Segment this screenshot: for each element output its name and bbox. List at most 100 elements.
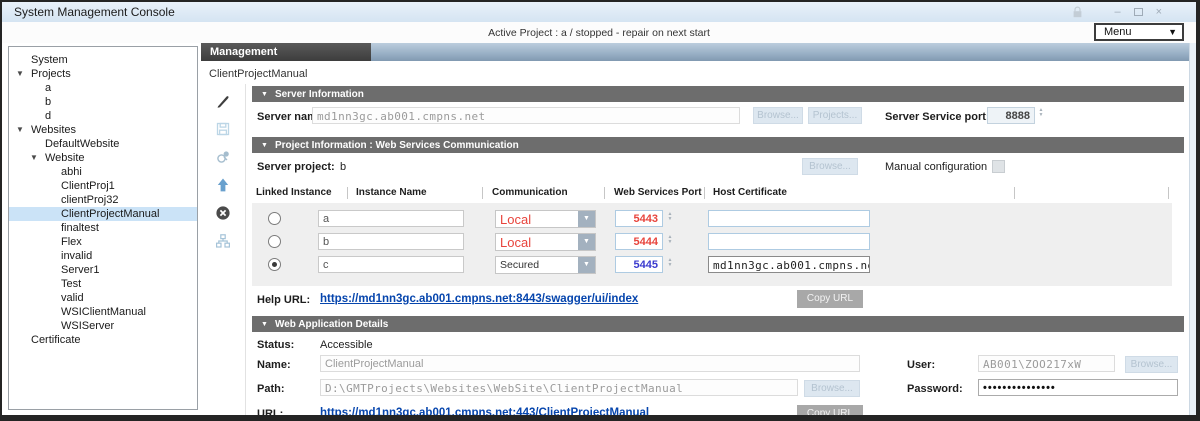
linked-instance-radio[interactable] [268,258,281,271]
dropdown-arrow-icon[interactable]: ▼ [578,257,595,273]
web-services-port-input[interactable]: 5444 [615,233,663,250]
col-linked-instance: Linked Instance [256,187,332,198]
instance-name-input[interactable]: a [318,210,464,227]
status-strip: Active Project : a / stopped - repair on… [2,22,1196,43]
host-certificate-input[interactable] [708,233,870,250]
name-input[interactable]: ClientProjectManual [320,355,860,372]
sitemap-icon[interactable] [214,232,232,250]
url-label: URL: [257,408,283,420]
tree-item-wsiserver[interactable]: WSIServer [9,319,197,333]
tree-item-test[interactable]: Test [9,277,197,291]
close-button[interactable]: × [1156,7,1162,18]
user-input[interactable]: AB001\ZOO217xW [978,355,1115,372]
vertical-scrollbar[interactable] [1189,43,1196,415]
section-server-information: ▼ Server Information Server name: md1nn3… [252,86,1184,134]
linked-instance-radio[interactable] [268,235,281,248]
col-instance-name: Instance Name [356,187,427,198]
copy-app-url-button[interactable]: Copy URL [797,405,863,421]
project-information-header[interactable]: ▼ Project Information : Web Services Com… [252,137,1184,153]
tree-item-project-a[interactable]: a [9,81,197,95]
spinner-down-icon[interactable]: ▼ [665,240,675,245]
tree-item-websites[interactable]: ▼Websites [9,123,197,137]
tree-item-abhi[interactable]: abhi [9,165,197,179]
communication-dropdown[interactable]: Secured ▼ [495,256,596,274]
collapse-icon[interactable]: ▼ [261,321,268,328]
password-label: Password: [907,383,963,395]
spinner-down-icon[interactable]: ▼ [1036,113,1046,118]
tree-expand-icon[interactable]: ▼ [16,67,24,81]
tree-expand-icon[interactable]: ▼ [30,151,38,165]
server-project-value: b [340,161,346,173]
spinner-down-icon[interactable]: ▼ [665,217,675,222]
server-service-port-label: Server Service port: [885,111,990,123]
edit-pen-icon[interactable] [214,92,232,110]
projects-button[interactable]: Projects... [808,107,862,124]
tree-item-project-b[interactable]: b [9,95,197,109]
dropdown-arrow-icon[interactable]: ▼ [578,234,595,250]
menu-dropdown-label: Menu [1104,26,1132,38]
tree-item-invalid[interactable]: invalid [9,249,197,263]
communication-dropdown[interactable]: Local ▼ [495,210,596,228]
collapse-icon[interactable]: ▼ [261,91,268,98]
copy-settings-icon[interactable] [214,148,232,166]
tree-item-defaultwebsite[interactable]: DefaultWebsite [9,137,197,151]
tree-item-wsiclientmanual[interactable]: WSIClientManual [9,305,197,319]
status-value: Accessible [320,339,373,351]
tree-item-clientprojectmanual[interactable]: ClientProjectManual [9,207,197,221]
tree-item-project-d[interactable]: d [9,109,197,123]
spinner-down-icon[interactable]: ▼ [665,263,675,268]
lock-icon [1072,6,1083,19]
cancel-icon[interactable] [214,204,232,222]
server-information-header[interactable]: ▼ Server Information [252,86,1184,102]
path-input[interactable]: D:\GMTProjects\Websites\WebSite\ClientPr… [320,379,798,396]
password-input[interactable]: ••••••••••••••• [978,379,1178,396]
user-browse-button[interactable]: Browse... [1125,356,1178,373]
tree-item-valid[interactable]: valid [9,291,197,305]
tab-management[interactable]: Management [201,43,371,61]
tree-panel: System ▼Projects a b d ▼Websites Default… [2,43,201,415]
tree-item-certificate[interactable]: Certificate [9,333,197,347]
server-service-port-input[interactable]: 8888 [987,107,1035,124]
web-app-url-link[interactable]: https://md1nn3gc.ab001.cmpns.net:443/Cli… [320,407,649,419]
tree-item-flex[interactable]: Flex [9,235,197,249]
host-certificate-input[interactable] [708,210,870,227]
tree-item-website[interactable]: ▼Website [9,151,197,165]
tree-item-finaltest[interactable]: finaltest [9,221,197,235]
path-browse-button[interactable]: Browse... [804,380,860,397]
manual-configuration-checkbox[interactable] [992,160,1005,173]
col-web-services-port: Web Services Port [614,187,702,198]
host-certificate-input[interactable]: md1nn3gc.ab001.cmpns.net [708,256,870,273]
tree-item-system[interactable]: System [9,53,197,67]
tree-item-server1[interactable]: Server1 [9,263,197,277]
maximize-button[interactable] [1134,8,1143,16]
window-title: System Management Console [14,5,175,19]
tree-expand-icon[interactable]: ▼ [16,123,24,137]
copy-help-url-button[interactable]: Copy URL [797,290,863,308]
tree-item-clientproj32[interactable]: clientProj32 [9,193,197,207]
collapse-icon[interactable]: ▼ [261,142,268,149]
status-label: Status: [257,339,294,351]
server-browse-button[interactable]: Browse... [753,107,803,124]
path-label: Path: [257,383,285,395]
tree-item-projects[interactable]: ▼Projects [9,67,197,81]
tree-item-clientproj1[interactable]: ClientProj1 [9,179,197,193]
upload-arrow-icon[interactable] [214,176,232,194]
col-communication: Communication [492,187,568,198]
instance-name-input[interactable]: c [318,256,464,273]
minimize-button[interactable]: – [1114,7,1120,18]
active-project-status: Active Project : a / stopped - repair on… [488,27,710,39]
save-icon[interactable] [214,120,232,138]
menu-dropdown[interactable]: Menu ▼ [1094,23,1184,41]
help-url-link[interactable]: https://md1nn3gc.ab001.cmpns.net:8443/sw… [320,293,638,305]
server-name-input[interactable]: md1nn3gc.ab001.cmpns.net [312,107,740,124]
project-browse-button[interactable]: Browse... [802,158,858,175]
web-services-port-input[interactable]: 5445 [615,256,663,273]
instance-name-input[interactable]: b [318,233,464,250]
linked-instance-radio[interactable] [268,212,281,225]
web-application-details-header[interactable]: ▼ Web Application Details [252,316,1184,332]
navigation-tree: System ▼Projects a b d ▼Websites Default… [8,46,198,410]
instances-table-body: a Local ▼ 5443 ▲ ▼ [252,203,1172,286]
dropdown-arrow-icon[interactable]: ▼ [578,211,595,227]
web-services-port-input[interactable]: 5443 [615,210,663,227]
communication-dropdown[interactable]: Local ▼ [495,233,596,251]
